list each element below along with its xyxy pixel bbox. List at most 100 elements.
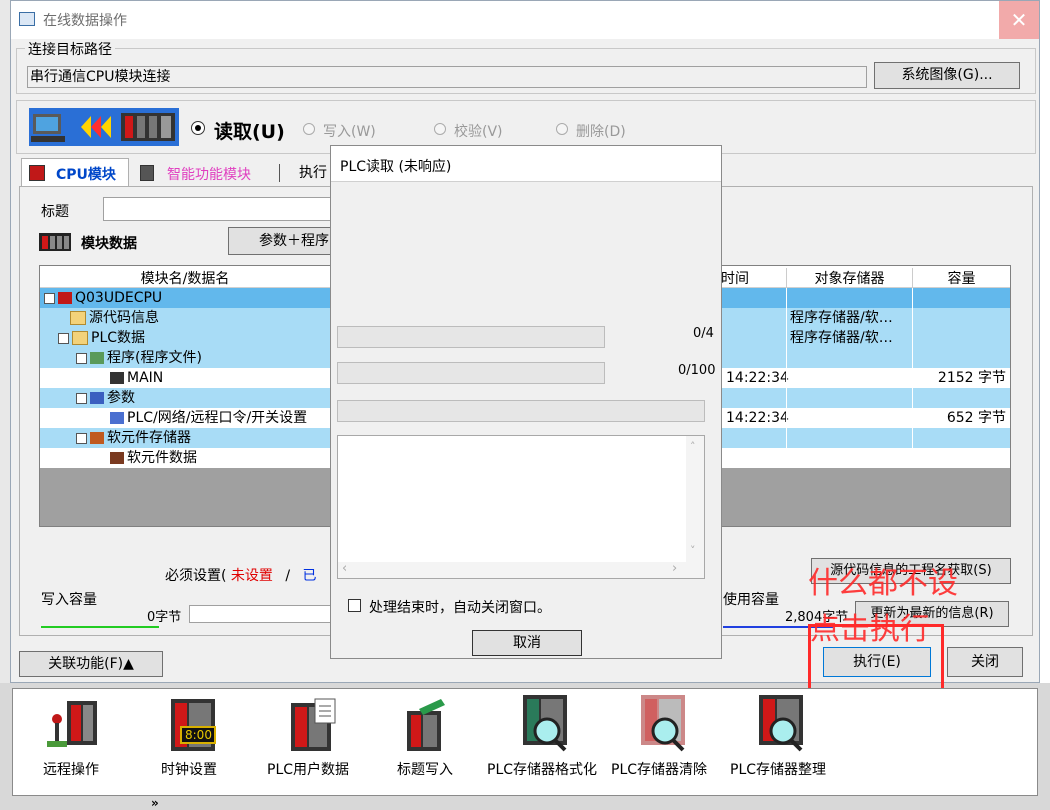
intelligent-module-icon — [140, 165, 154, 181]
folder-icon — [70, 311, 86, 325]
progress-bar-1 — [337, 326, 605, 348]
remote-operation-icon[interactable] — [43, 697, 103, 753]
collapse-icon[interactable] — [58, 332, 69, 344]
progress-bar-2 — [337, 362, 605, 384]
toolbar-label-organize[interactable]: PLC存储器整理 — [730, 759, 826, 779]
auto-close-checkbox[interactable] — [348, 599, 361, 612]
scrollbar-horizontal[interactable]: ‹ › — [338, 561, 704, 578]
clock-setting-icon[interactable]: 8:00 — [163, 697, 223, 753]
collapse-icon[interactable] — [76, 352, 87, 364]
cpu-module-icon — [29, 165, 45, 181]
app-icon — [19, 12, 35, 26]
collapse-icon[interactable] — [76, 432, 87, 444]
write-capacity-value: 0字节 — [147, 610, 182, 625]
scroll-down-icon[interactable]: ˅ — [690, 544, 696, 557]
write-capacity-bar — [189, 605, 334, 623]
header-size[interactable]: 容量 — [912, 268, 1010, 288]
scroll-right-icon[interactable]: › — [672, 561, 677, 576]
parameter-icon — [90, 392, 104, 404]
verify-radio[interactable] — [434, 123, 446, 135]
title-label: 标题 — [41, 204, 69, 220]
auto-close-label: 处理结束时，自动关闭窗口。 — [369, 600, 551, 616]
required-set: 已 — [302, 568, 317, 584]
required-prefix: 必须设置( — [165, 568, 227, 584]
toolbar-label-clock[interactable]: 时钟设置 — [161, 759, 217, 779]
memory-organize-icon[interactable] — [753, 693, 813, 752]
column-divider — [786, 288, 787, 468]
toolbar-more-icon[interactable]: » — [151, 796, 159, 810]
collapse-icon[interactable] — [44, 292, 55, 304]
column-divider — [912, 288, 913, 468]
window-close-button[interactable]: ✕ — [999, 1, 1039, 39]
dialog-titlebar: PLC读取 (未响应) — [331, 146, 721, 182]
tab-intelligent[interactable]: 智能功能模块 — [133, 160, 283, 186]
cpu-icon — [58, 292, 72, 304]
collapse-icon[interactable] — [76, 392, 87, 404]
system-image-button[interactable]: 系统图像(G)... — [874, 62, 1020, 89]
toolbar-label-user-data[interactable]: PLC用户数据 — [267, 759, 349, 779]
module-data-label: 模块数据 — [81, 236, 137, 252]
write-capacity-line — [41, 626, 159, 628]
row-name: 源代码信息 — [89, 310, 159, 326]
tab-separator — [279, 164, 280, 182]
toolbar-label-remote[interactable]: 远程操作 — [43, 759, 99, 779]
required-settings: 必须设置( 未设置 / 已 — [165, 565, 317, 585]
annotation-text-1: 什么都不设 — [808, 566, 958, 601]
used-capacity-label: 使用容量 — [723, 592, 779, 608]
row-name: Q03UDECPU — [75, 290, 163, 306]
title-input[interactable] — [103, 197, 343, 221]
program-folder-icon — [90, 352, 104, 364]
row-target: 程序存储器/软… — [790, 310, 893, 326]
write-capacity-label: 写入容量 — [41, 592, 97, 608]
progress-bar-3 — [337, 400, 705, 422]
header-name[interactable]: 模块名/数据名 — [40, 268, 330, 288]
read-radio[interactable] — [191, 121, 205, 135]
title-bar: 在线数据操作 ✕ — [11, 1, 1039, 39]
toolbar-label-title-write[interactable]: 标题写入 — [397, 759, 453, 779]
scroll-left-icon[interactable]: ‹ — [342, 561, 347, 576]
program-file-icon — [110, 372, 124, 384]
progress-count-2: 0/100 — [678, 363, 716, 378]
toolbar-label-clear[interactable]: PLC存储器清除 — [611, 759, 707, 779]
scroll-up-icon[interactable]: ˄ — [690, 440, 696, 453]
close-button[interactable]: 关闭 — [947, 647, 1023, 677]
write-radio-label: 写入(W) — [323, 124, 376, 140]
folder-icon — [72, 331, 88, 345]
row-target: 程序存储器/软… — [790, 330, 893, 346]
tab-cpu[interactable]: CPU模块 — [21, 158, 129, 186]
dialog-cancel-button[interactable]: 取消 — [472, 630, 582, 656]
row-name: MAIN — [127, 370, 164, 386]
tab-intelligent-label: 智能功能模块 — [167, 167, 251, 183]
toolbar-label-format[interactable]: PLC存储器格式化 — [487, 759, 597, 779]
related-toolbar: 远程操作 8:00 时钟设置 PLC用户数据 标题写入 PLC存储器格式化 PL… — [12, 688, 1038, 810]
required-slash: / — [285, 568, 291, 584]
annotation-box — [808, 624, 944, 693]
row-name: PLC数据 — [91, 330, 146, 346]
row-time: 14:22:34 — [726, 410, 789, 426]
clock-display: 8:00 — [185, 728, 212, 742]
verify-radio-label: 校验(V) — [454, 124, 503, 140]
scrollbar-vertical[interactable]: ˄ ˅ — [686, 436, 704, 562]
device-memory-icon — [90, 432, 104, 444]
read-radio-label: 读取(U) — [214, 121, 285, 143]
title-write-icon[interactable] — [397, 697, 457, 753]
row-name: 软元件存储器 — [107, 430, 191, 446]
dialog-log-area[interactable]: ˄ ˅ ‹ › — [337, 435, 705, 579]
header-target[interactable]: 对象存储器 — [786, 268, 912, 288]
tab-cpu-label: CPU模块 — [56, 167, 116, 183]
row-size: 2152 字节 — [937, 370, 1006, 386]
plc-user-data-icon[interactable] — [285, 697, 345, 753]
plc-read-dialog: PLC读取 (未响应) 0/4 0/100 ˄ ˅ ‹ › 处理结束时，自动关闭… — [330, 145, 722, 659]
row-size: 652 字节 — [946, 410, 1006, 426]
connection-group-label: 连接目标路径 — [25, 39, 115, 59]
memory-format-icon[interactable] — [517, 693, 577, 752]
module-data-icon — [39, 231, 71, 251]
window-title: 在线数据操作 — [43, 13, 127, 29]
row-name: 参数 — [107, 390, 135, 406]
memory-clear-icon[interactable] — [635, 693, 695, 752]
write-radio[interactable] — [303, 123, 315, 135]
related-functions-button[interactable]: 关联功能(F)▲ — [19, 651, 163, 677]
tab-execute[interactable]: 执行 — [299, 162, 327, 182]
plc-transfer-icon — [29, 108, 179, 146]
delete-radio[interactable] — [556, 123, 568, 135]
